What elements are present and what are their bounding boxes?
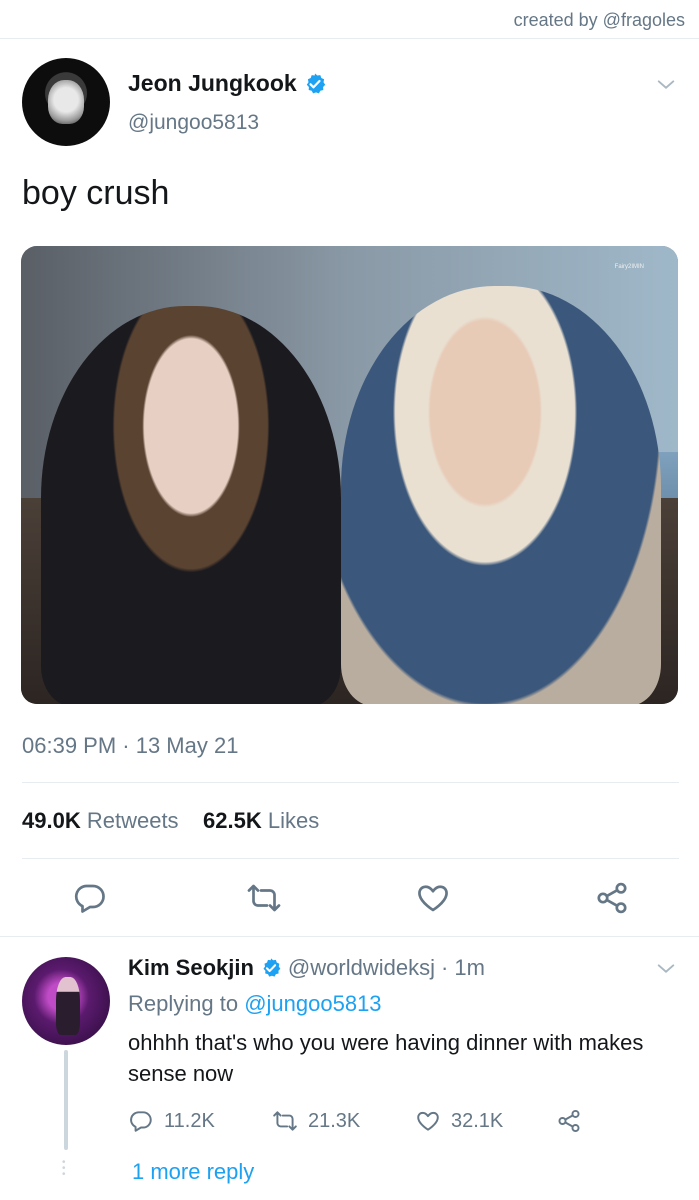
- thread-dots: • • •: [62, 1157, 66, 1180]
- retweets-stat[interactable]: 49.0K Retweets: [22, 808, 185, 833]
- photo-watermark: Fairy2IMIN: [614, 264, 644, 270]
- reply-icon[interactable]: [72, 880, 108, 916]
- reply-share-button[interactable]: [556, 1108, 582, 1134]
- retweet-count: 21.3K: [308, 1109, 361, 1132]
- photo-person-left: [41, 306, 341, 704]
- author-name[interactable]: Jeon Jungkook: [128, 70, 327, 97]
- divider: [0, 936, 699, 937]
- more-replies-link[interactable]: 1 more reply: [132, 1159, 254, 1185]
- reply-avatar[interactable]: [22, 957, 110, 1045]
- divider: [22, 858, 679, 859]
- reply-time: · 1m: [440, 955, 485, 980]
- photo-person-right: [341, 286, 661, 704]
- thread-line: [64, 1050, 68, 1150]
- retweets-count: 49.0K: [22, 808, 81, 833]
- share-icon: [558, 1109, 580, 1133]
- share-icon[interactable]: [594, 880, 630, 916]
- credit-text: created by @fragoles: [513, 10, 685, 30]
- author-name-label: Jeon Jungkook: [128, 70, 297, 96]
- replying-to: Replying to @jungoo5813: [128, 991, 382, 1017]
- tweet-timestamp[interactable]: 06:39 PM · 13 May 21: [22, 733, 238, 759]
- tweet-stats: 49.0K Retweets 62.5K Likes: [22, 808, 319, 834]
- retweet-icon[interactable]: [246, 880, 282, 916]
- divider: [22, 782, 679, 783]
- reply-icon: [130, 1111, 152, 1132]
- verified-badge-icon: [306, 73, 325, 93]
- reply-reply-button[interactable]: 11.2K: [128, 1108, 215, 1134]
- retweets-label: Retweets: [86, 808, 179, 833]
- like-count: 32.1K: [451, 1109, 504, 1132]
- likes-stat[interactable]: 62.5K Likes: [203, 808, 319, 833]
- reply-count: 11.2K: [164, 1109, 215, 1132]
- reply-like-button[interactable]: 32.1K: [415, 1108, 503, 1134]
- tweet-text: boy crush: [22, 174, 170, 212]
- reply-author-handle[interactable]: @worldwideksj: [288, 955, 435, 981]
- likes-label: Likes: [267, 808, 320, 833]
- tweet-photo[interactable]: Fairy2IMIN: [21, 246, 678, 704]
- chevron-down-icon[interactable]: [655, 74, 677, 96]
- replying-to-link[interactable]: @jungoo5813: [244, 991, 381, 1016]
- reply-text: ohhhh that's who you were having dinner …: [128, 1030, 644, 1086]
- replying-prefix: Replying to: [128, 991, 239, 1016]
- verified-badge-icon: [263, 958, 281, 977]
- chevron-down-icon[interactable]: [655, 958, 677, 980]
- like-icon: [417, 1111, 439, 1131]
- reply-retweet-button[interactable]: 21.3K: [272, 1108, 360, 1134]
- likes-count: 62.5K: [203, 808, 262, 833]
- reply-author-name[interactable]: Kim Seokjin: [128, 955, 254, 981]
- divider: [0, 38, 699, 39]
- author-handle[interactable]: @jungoo5813: [128, 111, 259, 135]
- avatar[interactable]: [22, 58, 110, 146]
- like-icon[interactable]: [415, 880, 451, 916]
- reply-header: Kim Seokjin @worldwideksj · 1m: [128, 955, 485, 981]
- retweet-icon: [273, 1111, 297, 1131]
